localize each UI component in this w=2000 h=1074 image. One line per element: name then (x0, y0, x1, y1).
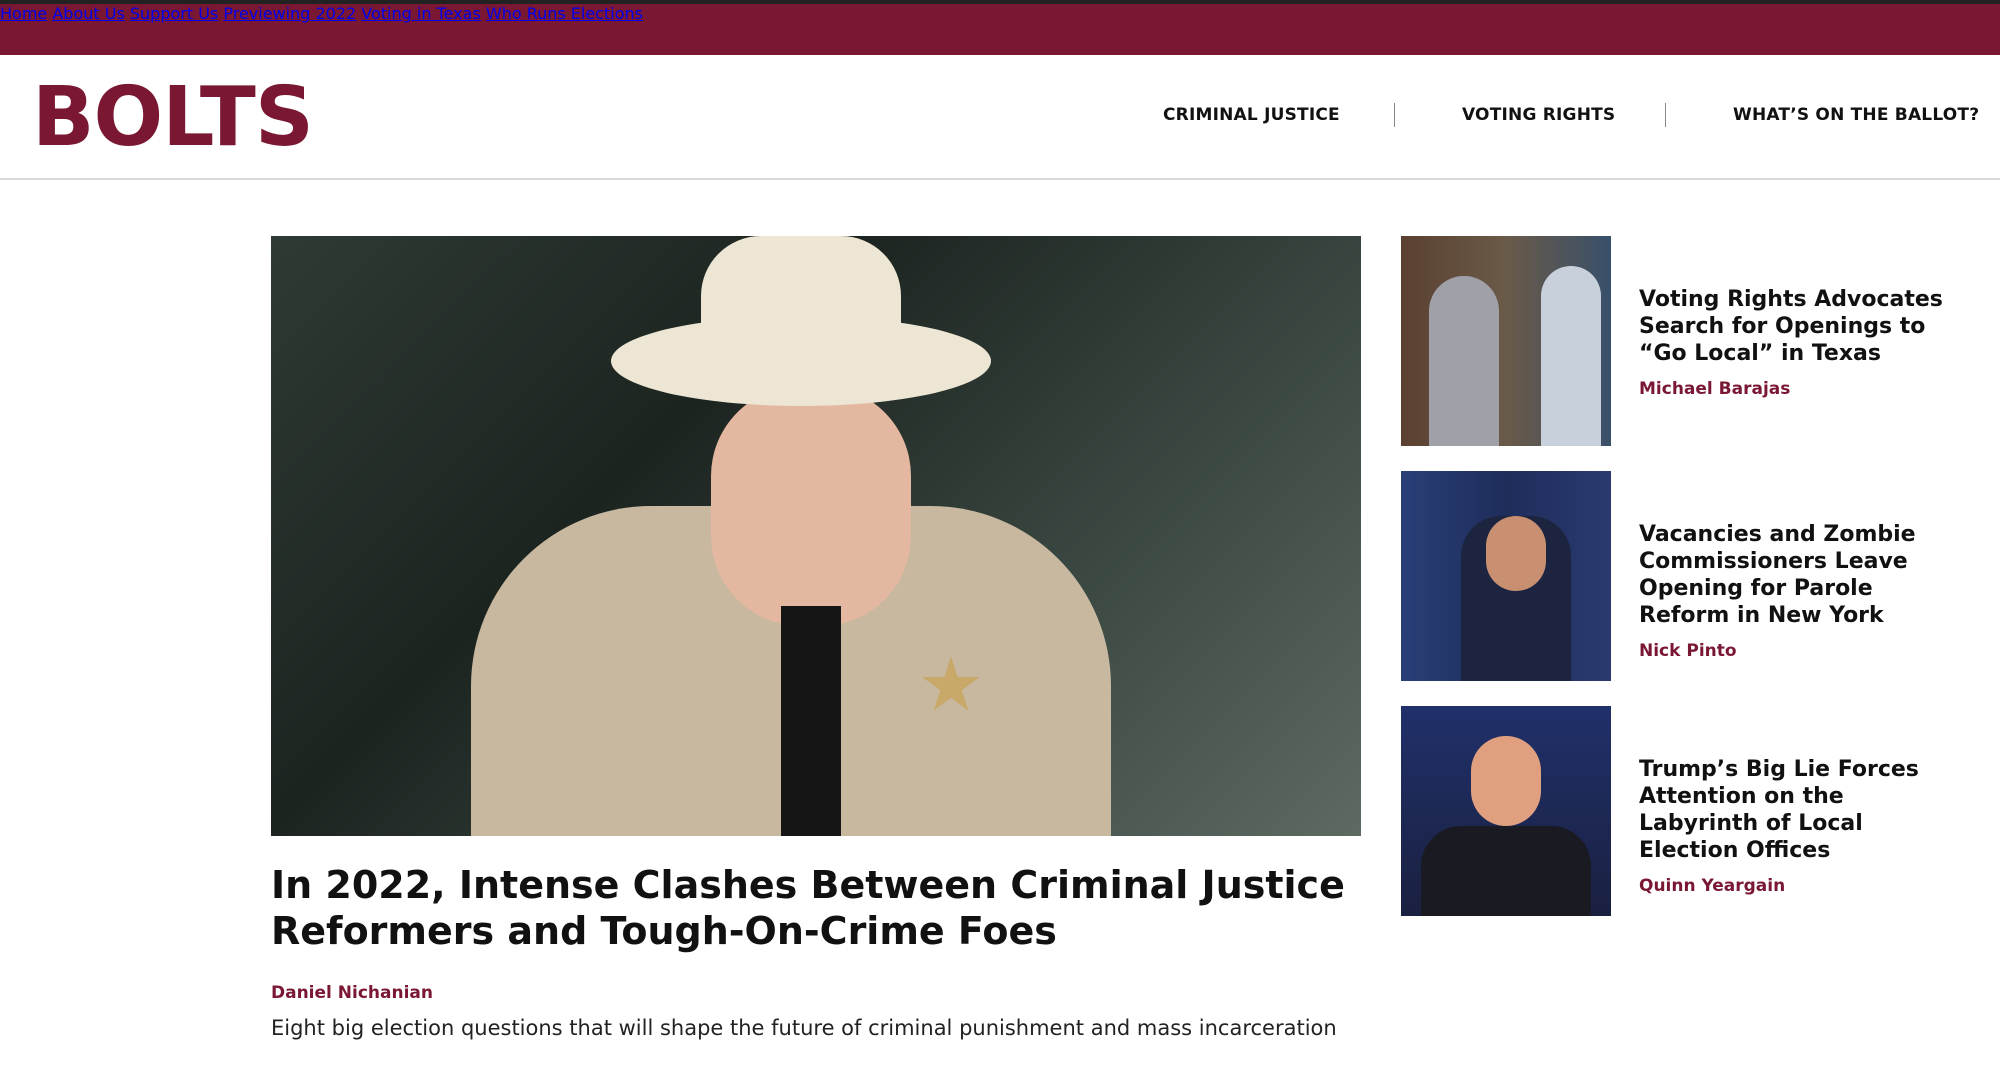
sidebar-article-title[interactable]: Trump’s Big Lie Forces Attention on the … (1639, 756, 1959, 864)
sidebar-article-title[interactable]: Voting Rights Advocates Search for Openi… (1639, 286, 1959, 367)
hero-article-author[interactable]: Daniel Nichanian (271, 983, 433, 1003)
sidebar-article-title[interactable]: Vacancies and Zombie Commissioners Leave… (1639, 521, 1959, 629)
nav-link-home[interactable]: Home (0, 4, 47, 23)
hero-article-dek: Eight big election questions that will s… (271, 1016, 1337, 1040)
section-link-whats-on-the-ballot[interactable]: WHAT’S ON THE BALLOT? (1733, 105, 1979, 125)
section-divider (1394, 103, 1395, 127)
sidebar-article-author[interactable]: Nick Pinto (1639, 641, 1959, 661)
sidebar-article-card[interactable]: Trump’s Big Lie Forces Attention on the … (1401, 706, 1961, 916)
sidebar-article-card[interactable]: Voting Rights Advocates Search for Openi… (1401, 236, 1961, 446)
nav-link-support-us[interactable]: Support Us (130, 4, 218, 23)
section-link-voting-rights[interactable]: VOTING RIGHTS (1462, 105, 1615, 125)
nav-link-about-us[interactable]: About Us (52, 4, 124, 23)
sidebar-article-thumbnail[interactable] (1401, 471, 1611, 681)
sidebar-article-card[interactable]: Vacancies and Zombie Commissioners Leave… (1401, 471, 1961, 681)
thumbnail-figure-head (1471, 736, 1541, 826)
nav-link-who-runs-elections[interactable]: Who Runs Elections (486, 4, 643, 23)
site-logo[interactable]: BOLTS (32, 77, 314, 159)
nav-link-voting-in-texas[interactable]: Voting in Texas (361, 4, 481, 23)
top-nav-bar: Home About Us Support Us Previewing 2022… (0, 0, 2000, 55)
hero-article-title[interactable]: In 2022, Intense Clashes Between Crimina… (271, 862, 1371, 954)
sidebar-article-author[interactable]: Michael Barajas (1639, 379, 1959, 399)
section-link-criminal-justice[interactable]: CRIMINAL JUSTICE (1163, 105, 1340, 125)
thumbnail-figure (1421, 826, 1591, 916)
hero-image-figure-head (711, 386, 911, 626)
thumbnail-figure-head (1486, 516, 1546, 591)
hero-image-hat-brim (611, 316, 991, 406)
section-divider (1665, 103, 1666, 127)
thumbnail-figure (1429, 276, 1499, 446)
thumbnail-figure (1541, 266, 1601, 446)
site-header: BOLTS CRIMINAL JUSTICE VOTING RIGHTS WHA… (0, 55, 2000, 180)
hero-image-tie (781, 606, 841, 836)
nav-link-previewing-2022[interactable]: Previewing 2022 (223, 4, 356, 23)
sidebar-article-thumbnail[interactable] (1401, 236, 1611, 446)
sidebar-article-author[interactable]: Quinn Yeargain (1639, 876, 1959, 896)
sidebar-article-thumbnail[interactable] (1401, 706, 1611, 916)
hero-image[interactable] (271, 236, 1361, 836)
